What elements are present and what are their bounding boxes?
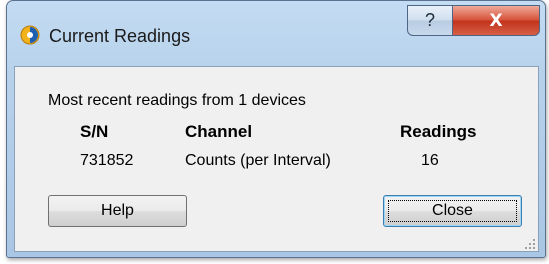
help-button-label: Help <box>101 202 134 219</box>
dialog-content: Most recent readings from 1 devices S/N … <box>14 66 539 252</box>
titlebar-close-button[interactable]: X <box>452 5 540 36</box>
current-readings-dialog: Current Readings ? X Most recent reading… <box>6 0 546 258</box>
window-title: Current Readings <box>49 26 191 46</box>
column-header-readings: Readings <box>400 122 477 141</box>
focus-indicator <box>388 200 517 222</box>
cell-sn: 731852 <box>80 152 134 169</box>
titlebar-help-button[interactable]: ? <box>407 5 453 36</box>
close-button[interactable]: Close <box>383 195 522 227</box>
title-bar[interactable]: Current Readings ? X <box>7 1 545 61</box>
close-icon: X <box>489 10 503 31</box>
resize-grip-icon[interactable] <box>524 237 536 249</box>
help-button[interactable]: Help <box>48 195 187 227</box>
cell-readings: 16 <box>421 152 439 169</box>
cell-channel: Counts (per Interval) <box>185 152 331 169</box>
column-header-sn: S/N <box>80 122 109 141</box>
question-mark-icon: ? <box>424 10 435 30</box>
app-logo-icon <box>20 25 40 45</box>
summary-text: Most recent readings from 1 devices <box>48 92 306 109</box>
column-header-channel: Channel <box>185 122 253 141</box>
